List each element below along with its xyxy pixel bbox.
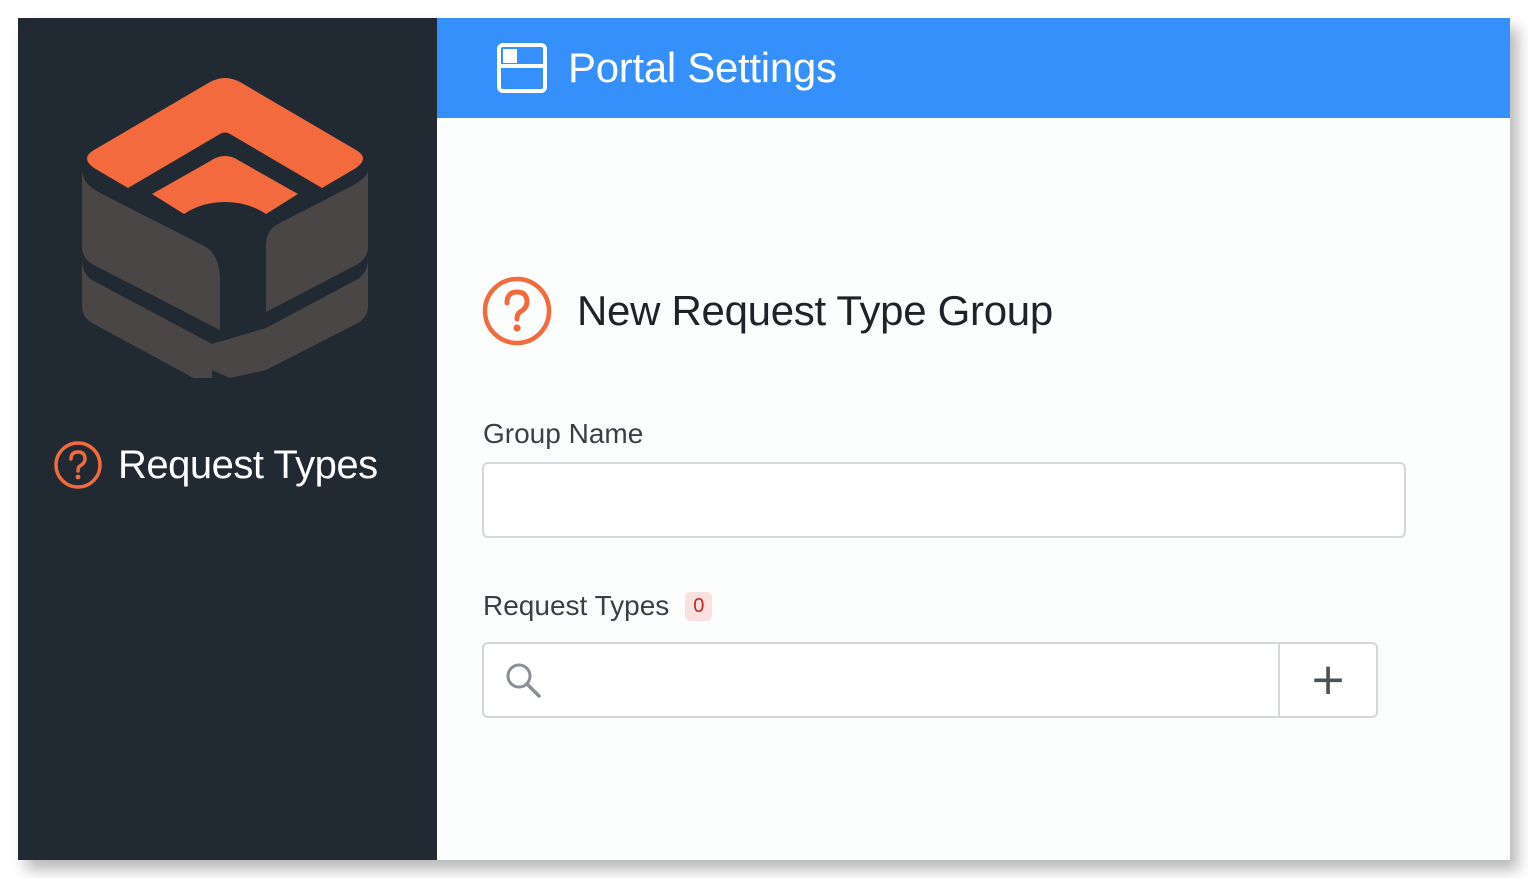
question-circle-icon — [482, 276, 552, 346]
group-name-label: Group Name — [483, 418, 644, 449]
sidebar-title: Request Types — [52, 440, 378, 490]
request-types-search-group: + — [482, 642, 1378, 718]
plus-icon: + — [1309, 654, 1347, 705]
panel-layout-icon — [497, 43, 547, 93]
add-request-type-button[interactable]: + — [1278, 644, 1376, 716]
page-title: Portal Settings — [568, 44, 837, 91]
app-window: Request Types Portal Settings New Reques… — [18, 18, 1510, 860]
group-name-input[interactable] — [482, 462, 1406, 538]
request-types-label-row: Request Types 0 — [483, 590, 713, 622]
cube-logo — [82, 78, 368, 378]
request-types-label: Request Types — [483, 590, 670, 621]
request-types-count-badge: 0 — [685, 591, 713, 621]
form-heading-text: New Request Type Group — [577, 287, 1053, 334]
question-circle-icon — [54, 441, 102, 489]
sidebar-title-label: Request Types — [118, 442, 378, 487]
sidebar: Request Types — [18, 18, 437, 860]
main-content: New Request Type Group Group Name Reques… — [437, 118, 1510, 860]
request-types-search-wrap — [484, 644, 1278, 716]
top-bar: Portal Settings — [437, 18, 1510, 118]
request-types-search-input[interactable] — [542, 644, 1278, 716]
form-heading: New Request Type Group — [481, 275, 1053, 347]
search-icon — [506, 663, 541, 698]
